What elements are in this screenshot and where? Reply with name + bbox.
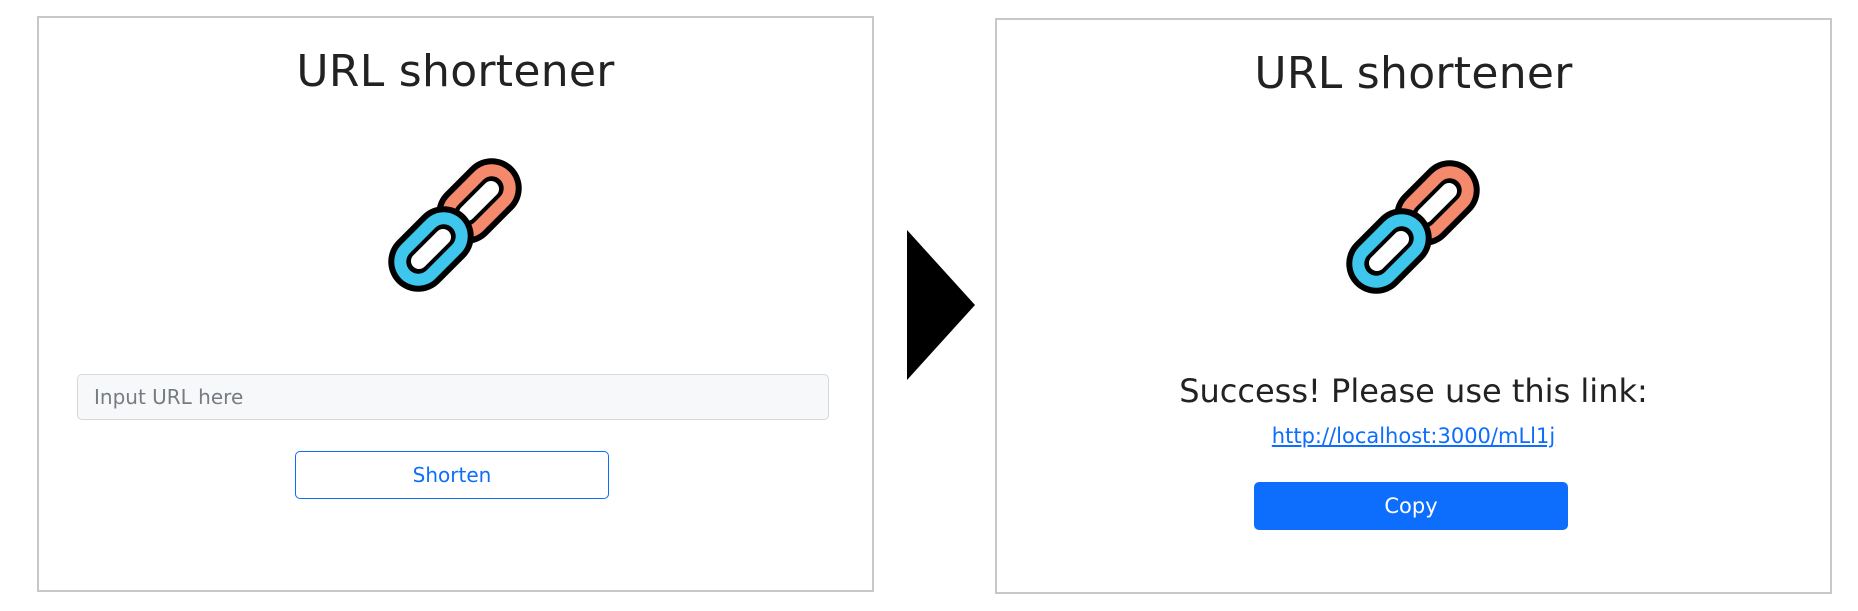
short-link[interactable]: http://localhost:3000/mLl1j xyxy=(1272,424,1555,448)
after-panel: URL shortener Success! Please use this l… xyxy=(995,18,1832,594)
short-link-container: http://localhost:3000/mLl1j xyxy=(997,424,1830,448)
success-message: Success! Please use this link: xyxy=(1179,372,1648,410)
copy-button[interactable]: Copy xyxy=(1254,482,1568,530)
stage: URL shortener Shorten xyxy=(0,0,1858,611)
url-input[interactable] xyxy=(77,374,829,420)
chain-link-icon xyxy=(1346,160,1480,294)
chain-link-icon xyxy=(388,158,522,292)
shorten-button[interactable]: Shorten xyxy=(295,451,609,499)
page-title: URL shortener xyxy=(296,46,615,97)
right-triangle-arrow-icon xyxy=(907,230,975,380)
before-panel: URL shortener Shorten xyxy=(37,16,874,592)
page-title: URL shortener xyxy=(1254,48,1573,99)
